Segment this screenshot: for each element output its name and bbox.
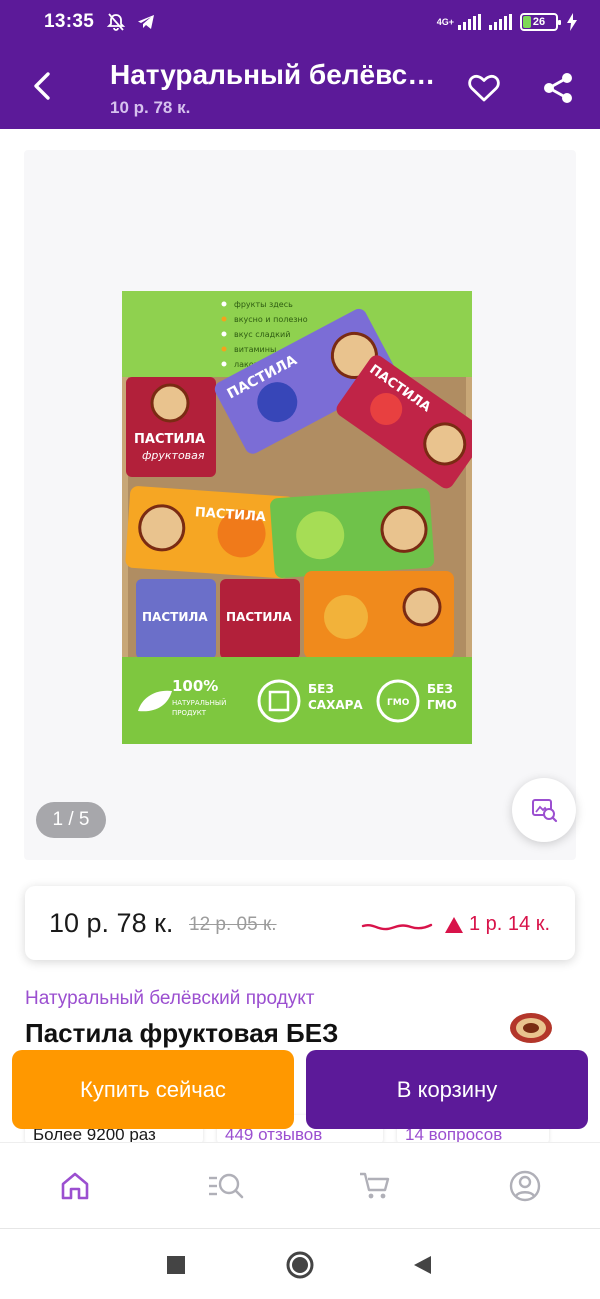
svg-text:ПАСТИЛА: ПАСТИЛА [226,610,292,624]
candy-orange: ПАСТИЛА [125,486,295,579]
price-change: 1 р. 14 к. [445,913,550,936]
signal-icon [458,14,481,30]
old-price: 12 р. 05 к. [189,914,277,935]
back-button[interactable] [22,64,62,108]
nav-profile[interactable] [501,1165,549,1207]
back-system-button[interactable] [406,1249,438,1281]
catalog-search-icon [209,1173,244,1199]
price-card[interactable]: 10 р. 78 к. 12 р. 05 к. 1 р. 14 к. [25,886,575,960]
system-nav-bar [0,1228,600,1299]
svg-text:ПАСТИЛА: ПАСТИЛА [134,432,205,447]
svg-text:вкусно и полезно: вкусно и полезно [234,315,308,324]
svg-text:ГМО: ГМО [387,698,410,708]
price-history-sparkline [361,923,433,931]
cart-icon [360,1172,390,1199]
brand-logo[interactable] [508,1010,554,1046]
favorite-button[interactable] [462,66,506,110]
bottom-nav [0,1142,600,1228]
buy-now-button[interactable]: Купить сейчас [12,1050,294,1129]
nav-cart[interactable] [351,1165,399,1207]
product-title: Пастила фруктовая БЕЗ [25,1018,339,1048]
current-price: 10 р. 78 к. [49,908,174,938]
svg-text:БЕЗ: БЕЗ [427,682,453,696]
heart-icon [468,74,500,102]
recents-button[interactable] [160,1249,192,1281]
product-image: фрукты здесь вкусно и полезно вкус сладк… [122,291,472,744]
svg-text:САХАРА: САХАРА [308,698,363,712]
home-icon [61,1172,89,1200]
visual-search-button[interactable] [512,778,576,842]
home-system-button[interactable] [284,1249,316,1281]
status-bar: 13:35 4G+ 26 [0,0,600,44]
share-icon [544,73,572,103]
candy-green [270,488,435,578]
svg-text:100%: 100% [172,677,218,695]
signal-icon-2 [489,14,512,30]
add-to-cart-button[interactable]: В корзину [306,1050,588,1129]
telegram-icon [138,15,155,29]
nav-home[interactable] [51,1165,99,1207]
charging-icon [567,13,577,31]
image-search-icon [532,799,558,823]
svg-text:ГМО: ГМО [427,698,457,712]
share-button[interactable] [536,66,580,110]
svg-text:ПРОДУКТ: ПРОДУКТ [172,709,207,717]
svg-text:НАТУРАЛЬНЫЙ: НАТУРАЛЬНЫЙ [172,698,226,707]
candy-bottom-row: ПАСТИЛА ПАСТИЛА [136,571,454,659]
square-icon [167,1256,185,1274]
profile-icon [509,1170,541,1202]
arrow-up-icon [445,916,463,933]
product-gallery[interactable]: фрукты здесь вкусно и полезно вкус сладк… [24,150,576,860]
page-title: Натуральный белёвский продукт Пастила фр… [110,59,440,90]
candy-red-left: ПАСТИЛА фруктовая [126,377,216,477]
svg-text:витамины: витамины [234,345,276,354]
svg-text:фрукты здесь: фрукты здесь [234,300,293,309]
status-time: 13:35 [44,11,95,32]
network-type: 4G+ [436,16,454,27]
circle-home-icon [286,1251,314,1279]
nav-catalog[interactable] [201,1165,249,1207]
mute-bell-icon [106,13,126,31]
chevron-left-icon [34,72,50,100]
svg-text:БЕЗ: БЕЗ [308,682,334,696]
gallery-pager: 1 / 5 [36,802,106,838]
svg-text:вкус сладкий: вкус сладкий [234,330,290,339]
svg-text:ПАСТИЛА: ПАСТИЛА [142,610,208,624]
svg-text:фруктовая: фруктовая [142,449,205,462]
battery-icon: 26 [520,13,561,31]
triangle-back-icon [414,1256,431,1274]
header-price: 10 р. 78 к. [110,98,191,117]
brand-link[interactable]: Натуральный белёвский продукт [25,988,315,1010]
price-change-value: 1 р. 14 к. [469,913,551,935]
app-header: Натуральный белёвский продукт Пастила фр… [0,44,600,129]
